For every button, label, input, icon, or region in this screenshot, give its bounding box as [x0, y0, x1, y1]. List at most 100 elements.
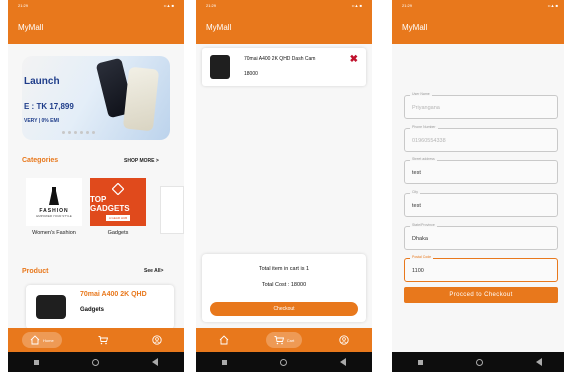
checkout-button[interactable]: Checkout [210, 302, 358, 316]
field-label: User Name [410, 92, 432, 96]
product-category: Gadgets [80, 307, 105, 313]
fashion-image-subtext: EMPOWER YOUR STYLE [36, 213, 72, 218]
nav-profile-button[interactable] [331, 332, 357, 348]
home-system-icon[interactable] [91, 358, 99, 366]
street-address-field[interactable]: Street address test [404, 157, 558, 184]
banner-pager-dots [62, 131, 95, 134]
recents-icon[interactable] [222, 359, 228, 365]
back-icon[interactable] [339, 358, 346, 366]
app-title: MyMall [18, 22, 44, 32]
checkout-form-screen: 21:29 ••▲ ■ MyMall User Name Priyangana … [392, 0, 564, 372]
field-label: Phone Number [410, 125, 438, 129]
cart-summary: Total item in cart is 1 Total Cost : 180… [202, 254, 366, 322]
status-bar: 21:29 ••▲ ■ [196, 0, 372, 10]
category-image-gadgets: TOP GADGETS A GEAR HUB [90, 178, 146, 226]
nav-profile-button[interactable] [144, 332, 170, 348]
categories-title: Categories [22, 157, 59, 164]
nav-cart-button[interactable]: Cart [265, 332, 303, 348]
see-all-link[interactable]: See All> [144, 268, 163, 274]
dress-icon [49, 186, 59, 205]
cart-item-price: 18000 [244, 71, 258, 77]
promo-banner[interactable]: Launch E : TK 17,899 VERY | 0% EMI [22, 56, 170, 140]
nav-cart-label: Cart [286, 337, 295, 343]
field-value: test [412, 170, 421, 176]
shop-more-link[interactable]: SHOP MORE > [124, 158, 159, 164]
status-icons: ••▲ ■ [163, 2, 174, 8]
category-gadgets[interactable]: TOP GADGETS A GEAR HUB Gadgets [90, 178, 146, 236]
back-icon[interactable] [151, 358, 158, 366]
app-bar: MyMall [8, 10, 184, 44]
delete-icon[interactable]: ✖ [350, 54, 358, 65]
phone-number-field[interactable]: Phone Number 01960554338 [404, 125, 558, 152]
user-name-field[interactable]: User Name Priyangana [404, 92, 558, 119]
status-icons: ••▲ ■ [351, 2, 362, 8]
category-womens-fashion[interactable]: FASHION EMPOWER YOUR STYLE Women's Fashi… [26, 178, 82, 236]
status-time: 21:29 [402, 2, 413, 8]
status-icons: ••▲ ■ [547, 2, 558, 8]
cart-item[interactable]: 70mai A400 2K QHD Dash Cam 18000 ✖ [202, 48, 366, 86]
field-label: State/Province [410, 223, 437, 227]
home-icon [219, 335, 228, 345]
status-time: 21:29 [18, 2, 29, 8]
proceed-to-checkout-button[interactable]: Procced to Checkout [404, 287, 558, 303]
state-province-field[interactable]: State/Province Dhaka [404, 223, 558, 250]
nav-home-label: Home [43, 337, 54, 343]
product-name: 70mai A400 2K QHD [80, 291, 147, 298]
app-title: MyMall [206, 22, 232, 32]
home-system-icon[interactable] [475, 358, 483, 366]
cart-icon [98, 336, 108, 345]
field-value: 1100 [412, 268, 424, 274]
field-value: Dhaka [412, 236, 428, 242]
product-thumbnail [36, 295, 66, 319]
field-value: test [412, 203, 421, 209]
banner-line1: Launch [24, 76, 60, 87]
field-label: Street address [410, 157, 437, 161]
home-screen: 21:29 ••▲ ■ MyMall Launch E : TK 17,899 … [8, 0, 184, 372]
recents-icon[interactable] [34, 359, 40, 365]
product-title: Product [22, 268, 49, 275]
system-nav-bar [392, 352, 564, 372]
category-label: Women's Fashion [32, 230, 76, 236]
app-bar: MyMall [196, 10, 372, 44]
back-icon[interactable] [535, 358, 542, 366]
category-image-fashion: FASHION EMPOWER YOUR STYLE [26, 178, 82, 226]
cart-item-name: 70mai A400 2K QHD Dash Cam [244, 56, 316, 62]
home-icon [30, 335, 40, 345]
city-field[interactable]: City test [404, 190, 558, 217]
field-value: Priyangana [412, 105, 440, 111]
postal-code-field[interactable]: Postal Code 1100 [404, 255, 558, 282]
bottom-nav: Cart [196, 328, 372, 352]
banner-line3: VERY | 0% EMI [24, 118, 60, 124]
field-value: 01960554338 [412, 138, 446, 144]
system-nav-bar [196, 352, 372, 372]
cart-item-thumbnail [210, 55, 230, 79]
total-cost-text: Total Cost : 18000 [261, 282, 307, 288]
bottom-nav: Home [8, 328, 184, 352]
profile-icon [339, 335, 350, 345]
home-system-icon[interactable] [279, 358, 287, 366]
cart-icon [274, 336, 284, 345]
status-bar: 21:29 ••▲ ■ [392, 0, 564, 10]
field-label: City [410, 190, 421, 194]
category-label: Gadgets [107, 230, 129, 236]
system-nav-bar [8, 352, 184, 372]
gadget-image-text: TOP GADGETS [90, 195, 130, 213]
nav-home-button[interactable] [211, 332, 237, 348]
field-label: Postal Code [410, 255, 434, 259]
gadget-logo-icon [112, 183, 124, 195]
banner-phone-light [122, 66, 160, 132]
app-title: MyMall [402, 22, 428, 32]
cart-screen: 21:29 ••▲ ■ MyMall 70mai A400 2K QHD Das… [196, 0, 372, 372]
total-items-text: Total item in cart is 1 [258, 266, 310, 272]
nav-cart-button[interactable] [90, 332, 116, 348]
nav-home-button[interactable]: Home [22, 332, 62, 348]
category-next-partial[interactable] [160, 186, 184, 234]
app-bar: MyMall [392, 10, 564, 44]
profile-icon [152, 335, 162, 345]
gadget-image-subtext: A GEAR HUB [105, 215, 131, 221]
status-time: 21:29 [206, 2, 217, 8]
banner-line2: E : TK 17,899 [24, 102, 74, 111]
recents-icon[interactable] [418, 359, 424, 365]
product-card[interactable]: 70mai A400 2K QHD Gadgets [26, 285, 174, 329]
status-bar: 21:29 ••▲ ■ [8, 0, 184, 10]
